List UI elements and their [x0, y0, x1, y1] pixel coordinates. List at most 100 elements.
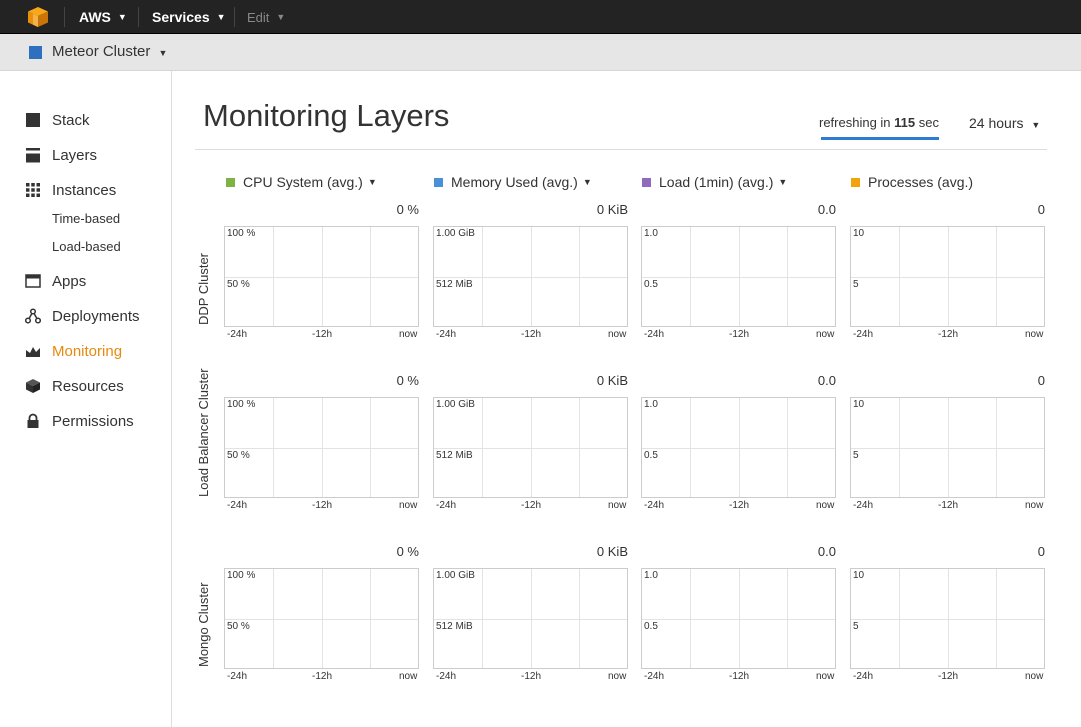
gridline-horizontal [642, 277, 835, 278]
sidebar-item-monitoring[interactable]: Monitoring [25, 339, 122, 363]
gridline-horizontal [434, 277, 627, 278]
load-chart-ddp-cluster[interactable]: 1.0 0.5 [641, 226, 836, 327]
y-axis-top-label: 10 [853, 570, 865, 581]
x-axis-tick-label: -12h [729, 329, 750, 340]
services-menu-button[interactable]: Services ▼ [152, 0, 226, 34]
sidebar-item-label: Resources [52, 377, 124, 395]
metric-selector-memory[interactable]: Memory Used (avg.) ▼ [434, 173, 592, 191]
memory-chart-load-balancer-cluster[interactable]: 1.00 GiB 512 MiB [433, 397, 628, 498]
stack-selector-bar: Meteor Cluster ▼ [0, 34, 1081, 71]
x-axis-tick-label: now [399, 329, 418, 340]
x-axis-tick-label: -12h [312, 671, 333, 682]
y-axis-top-label: 1.0 [644, 399, 658, 410]
sidebar-item-instances[interactable]: Instances [25, 178, 116, 202]
metric-label: Memory Used (avg.) [451, 174, 578, 190]
sidebar-item-deployments[interactable]: Deployments [25, 304, 140, 328]
apps-icon [25, 274, 41, 288]
gridline-horizontal [851, 448, 1044, 449]
chevron-down-icon: ▼ [582, 177, 592, 187]
load-chart-mongo-cluster[interactable]: 1.0 0.5 [641, 568, 836, 669]
processes-chart-load-balancer-cluster[interactable]: 10 5 [850, 397, 1045, 498]
current-value-processes: 0 [1037, 373, 1045, 388]
refresh-countdown[interactable]: refreshing in 115 sec [819, 115, 939, 130]
cpu-chart-ddp-cluster[interactable]: 100 % 50 % [224, 226, 419, 327]
sidebar-item-label: Instances [52, 181, 117, 199]
page-title: Monitoring Layers [203, 98, 450, 133]
refresh-suffix: sec [918, 115, 940, 130]
stack-color-icon [29, 46, 42, 59]
processes-chart-ddp-cluster[interactable]: 10 5 [850, 226, 1045, 327]
sidebar-item-resources[interactable]: Resources [25, 374, 124, 398]
gridline-horizontal [225, 619, 418, 620]
chevron-down-icon: ▼ [276, 12, 286, 22]
sidebar-item-permissions[interactable]: Permissions [25, 409, 134, 433]
x-axis-tick-label: -12h [938, 500, 959, 511]
time-range-dropdown[interactable]: 24 hours ▼ [969, 115, 1040, 131]
gridline-horizontal [225, 448, 418, 449]
metric-selector-cpu[interactable]: CPU System (avg.) ▼ [226, 173, 377, 191]
gridline-horizontal [851, 277, 1044, 278]
x-axis-tick-label: -12h [521, 671, 542, 682]
edit-menu-button[interactable]: Edit ▼ [247, 0, 285, 34]
cpu-legend-swatch [226, 177, 235, 187]
lock-icon [27, 413, 39, 428]
x-axis-tick-label: -24h [644, 671, 665, 682]
layer-label-load-balancer-cluster: Load Balancer Cluster [196, 367, 211, 497]
x-axis-tick-label: now [1025, 500, 1044, 511]
x-axis-tick-label: now [816, 329, 835, 340]
x-axis-tick-label: -12h [938, 329, 959, 340]
chevron-down-icon: ▼ [117, 12, 127, 22]
sidebar-item-apps[interactable]: Apps [25, 269, 86, 293]
aws-menu-label: AWS [79, 9, 111, 25]
load-chart-load-balancer-cluster[interactable]: 1.0 0.5 [641, 397, 836, 498]
topbar-divider [138, 7, 139, 27]
current-value-cpu: 0 % [396, 373, 419, 388]
resources-cube-icon [26, 379, 40, 393]
aws-cube-logo-icon[interactable] [27, 6, 49, 28]
x-axis-tick-label: -12h [312, 500, 333, 511]
gridline-horizontal [225, 277, 418, 278]
sidebar-subitem-load-based[interactable]: Load-based [52, 239, 121, 254]
y-axis-mid-label: 0.5 [644, 450, 658, 461]
aws-menu-button[interactable]: AWS ▼ [79, 0, 127, 34]
gridline-horizontal [434, 619, 627, 620]
current-value-memory: 0 KiB [596, 202, 628, 217]
current-value-memory: 0 KiB [596, 373, 628, 388]
y-axis-mid-label: 0.5 [644, 279, 658, 290]
sidebar-item-stack[interactable]: Stack [25, 108, 90, 132]
sidebar-item-label: Layers [52, 146, 98, 164]
memory-chart-mongo-cluster[interactable]: 1.00 GiB 512 MiB [433, 568, 628, 669]
monitoring-icon [26, 347, 40, 357]
metric-label: CPU System (avg.) [243, 174, 363, 190]
top-navigation-bar: AWS ▼ Services ▼ Edit ▼ [0, 0, 1081, 34]
y-axis-mid-label: 512 MiB [436, 450, 473, 461]
processes-chart-mongo-cluster[interactable]: 10 5 [850, 568, 1045, 669]
metric-selector-load[interactable]: Load (1min) (avg.) ▼ [642, 173, 787, 191]
metric-label-processes: Processes (avg.) [851, 173, 973, 191]
sidebar-item-label: Monitoring [52, 342, 123, 360]
processes-legend-swatch [851, 177, 860, 187]
stack-selector-dropdown[interactable]: Meteor Cluster ▼ [52, 43, 167, 60]
sidebar-item-layers[interactable]: Layers [25, 143, 97, 167]
edit-menu-label: Edit [247, 9, 270, 25]
x-axis-tick-label: -24h [853, 329, 874, 340]
sidebar-subitem-time-based[interactable]: Time-based [52, 211, 120, 226]
y-axis-mid-label: 512 MiB [436, 621, 473, 632]
memory-chart-ddp-cluster[interactable]: 1.00 GiB 512 MiB [433, 226, 628, 327]
x-axis-tick-label: -24h [644, 329, 665, 340]
services-menu-label: Services [152, 9, 210, 25]
memory-legend-swatch [434, 177, 443, 187]
cpu-chart-load-balancer-cluster[interactable]: 100 % 50 % [224, 397, 419, 498]
x-axis-tick-label: -24h [227, 671, 248, 682]
chevron-down-icon: ▼ [216, 12, 226, 22]
sidebar-item-label: Stack [52, 111, 90, 129]
current-value-processes: 0 [1037, 544, 1045, 559]
sidebar-item-label: Permissions [52, 412, 134, 430]
cpu-chart-mongo-cluster[interactable]: 100 % 50 % [224, 568, 419, 669]
current-value-load: 0.0 [817, 202, 836, 217]
y-axis-mid-label: 5 [853, 279, 859, 290]
chevron-down-icon: ▼ [778, 177, 788, 187]
load-legend-swatch [642, 177, 651, 187]
y-axis-top-label: 10 [853, 228, 865, 239]
x-axis-tick-label: now [816, 500, 835, 511]
